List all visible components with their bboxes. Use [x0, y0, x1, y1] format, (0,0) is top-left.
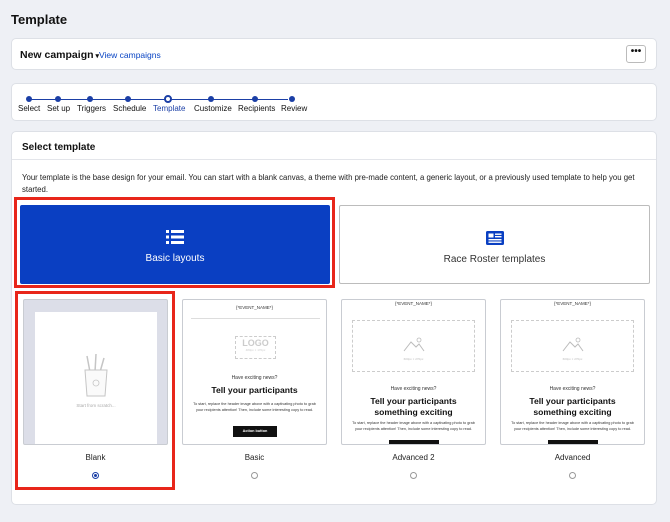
template-radio-advanced-2[interactable]: [410, 472, 417, 479]
divider: [12, 159, 656, 160]
event-name-placeholder: {*EVENT_NAME*}: [235, 305, 273, 310]
divider: [191, 318, 320, 319]
step-triggers[interactable]: Triggers: [77, 104, 106, 113]
exciting-news-text: Have exciting news?: [549, 386, 596, 392]
exciting-news-text: Have exciting news?: [390, 386, 437, 392]
step-dot: [87, 96, 93, 102]
page-title: Template: [11, 12, 68, 27]
campaign-bar: New campaign ▾ View campaigns •••: [11, 38, 657, 70]
list-icon: [166, 230, 184, 244]
exciting-news-text: Have exciting news?: [231, 375, 278, 381]
blank-preview: Start from scratch...: [35, 312, 157, 444]
template-headline: Tell your participants something excitin…: [529, 396, 616, 417]
template-body-copy: To start, replace the header image above…: [352, 421, 475, 431]
template-body-copy: To start, replace the header image above…: [511, 421, 634, 431]
select-template-panel: Select template Your template is the bas…: [11, 131, 657, 505]
section-title: Select template: [22, 142, 96, 153]
hero-image-placeholder: 600px × 270px: [352, 320, 475, 372]
logo-text: LOGO: [242, 338, 269, 348]
hero-image-placeholder: 600px × 270px: [511, 320, 634, 372]
basic-layouts-card[interactable]: Basic layouts: [20, 205, 330, 284]
action-button-preview: [389, 440, 439, 444]
step-review[interactable]: Review: [281, 104, 307, 113]
view-campaigns-link[interactable]: View campaigns: [99, 50, 161, 60]
stepper-line: [28, 99, 288, 100]
action-button-preview: [548, 440, 598, 444]
more-options-button[interactable]: •••: [626, 45, 646, 63]
template-card-advanced-2[interactable]: {*EVENT_NAME*} 600px × 270px Have exciti…: [341, 299, 486, 445]
template-card-blank[interactable]: Start from scratch...: [23, 299, 168, 445]
image-icon: [403, 337, 425, 352]
step-set-up[interactable]: Set up: [47, 104, 70, 113]
template-card-advanced[interactable]: {*EVENT_NAME*} 600px × 270px Have exciti…: [500, 299, 645, 445]
template-name-basic: Basic: [244, 453, 265, 462]
step-dot: [289, 96, 295, 102]
template-name-advanced-2: Advanced 2: [392, 453, 435, 462]
hero-size-label: 600px × 270px: [403, 357, 424, 361]
pencil-cup-icon: [84, 353, 108, 397]
step-dot: [26, 96, 32, 102]
template-radio-basic[interactable]: [251, 472, 258, 479]
event-name-placeholder: {*EVENT_NAME*}: [553, 301, 591, 306]
logo-placeholder: LOGO 480px × 170px: [235, 336, 276, 359]
logo-size: 480px × 170px: [245, 348, 266, 352]
event-name-placeholder: {*EVENT_NAME*}: [394, 301, 432, 306]
template-headline: Tell your participants: [211, 385, 298, 395]
hero-size-label: 600px × 270px: [562, 357, 583, 361]
step-recipients[interactable]: Recipients: [238, 104, 275, 113]
template-card-basic[interactable]: {*EVENT_NAME*} LOGO 480px × 170px Have ex…: [182, 299, 327, 445]
step-dot: [55, 96, 61, 102]
step-schedule[interactable]: Schedule: [113, 104, 146, 113]
template-name-blank: Blank: [85, 453, 106, 462]
race-roster-templates-card[interactable]: Race Roster templates: [339, 205, 650, 284]
step-template[interactable]: Template: [153, 104, 185, 113]
template-radio-blank[interactable]: [92, 472, 99, 479]
template-name-advanced: Advanced: [554, 453, 591, 462]
step-dot: [252, 96, 258, 102]
step-dot-current: [164, 95, 172, 103]
blank-caption: Start from scratch...: [76, 403, 116, 408]
image-icon: [562, 337, 584, 352]
step-dot: [125, 96, 131, 102]
action-button-preview: Action button: [233, 426, 277, 437]
progress-stepper: Select Set up Triggers Schedule Template…: [11, 83, 657, 121]
template-radio-advanced[interactable]: [569, 472, 576, 479]
step-dot: [208, 96, 214, 102]
race-roster-templates-label: Race Roster templates: [443, 254, 546, 265]
template-body-copy: To start, replace the header image above…: [193, 402, 316, 412]
campaign-dropdown[interactable]: New campaign ▾: [20, 49, 99, 61]
newspaper-icon: [485, 231, 504, 245]
basic-layouts-label: Basic layouts: [145, 253, 205, 264]
step-customize[interactable]: Customize: [194, 104, 232, 113]
template-headline: Tell your participants something excitin…: [370, 396, 457, 417]
step-select[interactable]: Select: [18, 104, 40, 113]
template-description: Your template is the base design for you…: [22, 173, 635, 194]
campaign-name: New campaign: [20, 49, 94, 61]
